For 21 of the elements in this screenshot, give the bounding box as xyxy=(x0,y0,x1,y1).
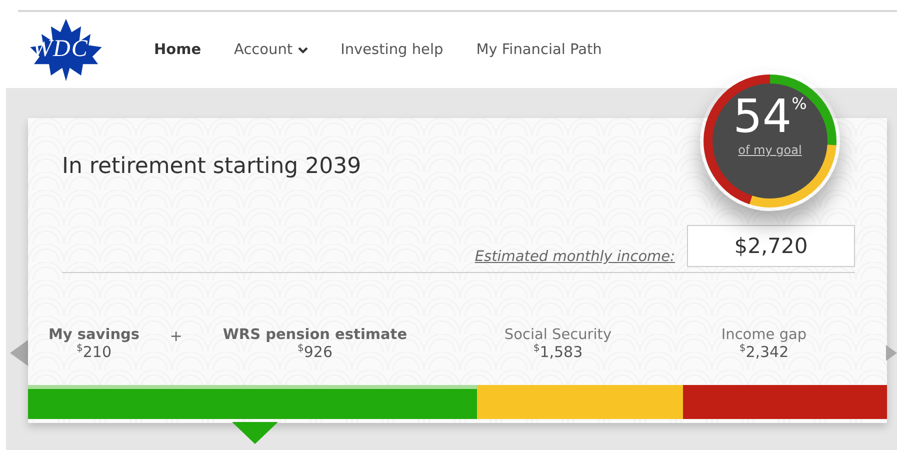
goal-percent: 54$^{%}$ xyxy=(733,89,807,143)
nav-link[interactable]: Home xyxy=(154,42,202,58)
card-title: In retirement starting 2039 xyxy=(62,154,362,179)
category-amount: $^{$}$2,342 xyxy=(739,343,789,361)
plus-sign: + xyxy=(168,327,184,345)
nav-link[interactable]: Account xyxy=(234,42,308,58)
nav-link[interactable]: Investing help xyxy=(340,42,444,58)
category-label: WRS pension estimate xyxy=(222,327,408,343)
category-amount: $^{$}$210 xyxy=(76,343,112,361)
goal-link[interactable]: of my goal xyxy=(738,143,802,157)
category-amount: $^{$}$1,583 xyxy=(533,343,583,361)
income-value: $2,720 xyxy=(687,225,855,267)
previous-arrow-button[interactable] xyxy=(10,340,28,366)
nav-link[interactable]: My Financial Path xyxy=(476,42,602,58)
maple-leaf-icon xyxy=(28,17,104,83)
income-link[interactable]: Estimated monthly income: xyxy=(474,249,675,265)
category-label: My savings xyxy=(48,327,140,343)
pointer-icon xyxy=(232,422,278,444)
category-label: Income gap xyxy=(721,327,807,343)
category-label: Social Security xyxy=(504,327,612,343)
category-amount: $^{$}$926 xyxy=(297,343,332,361)
